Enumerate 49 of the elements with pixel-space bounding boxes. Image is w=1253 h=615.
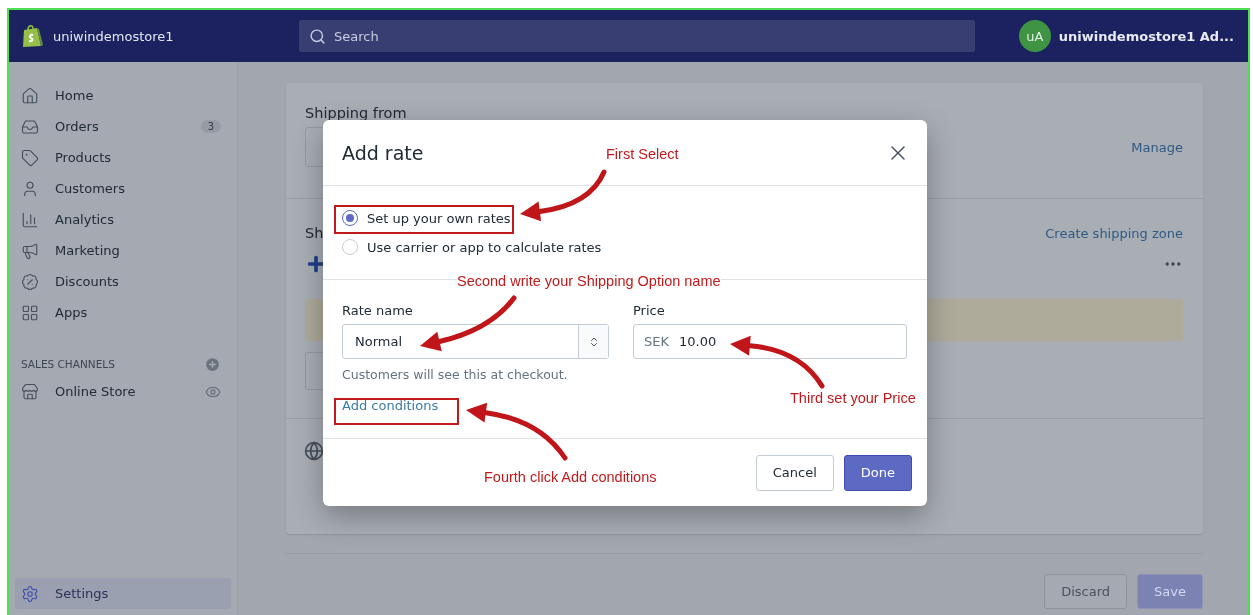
rate-name-field[interactable]: Normal — [342, 324, 609, 359]
add-conditions-link[interactable]: Add conditions — [342, 398, 439, 413]
annotation-label: Third set your Price — [790, 390, 916, 406]
annotation-label: Second write your Shipping Option name — [457, 273, 721, 289]
section-title: SALES CHANNELS — [21, 358, 116, 370]
home-icon — [21, 86, 39, 105]
store-icon — [21, 382, 39, 401]
manage-link[interactable]: Manage — [1131, 139, 1183, 155]
sidebar-item[interactable]: Marketing — [15, 235, 231, 266]
help-text: Customers will see this at checkout. — [342, 367, 569, 382]
sidebar-item[interactable]: Customers — [15, 173, 231, 204]
settings-icon — [21, 584, 39, 603]
grid-icon — [21, 303, 39, 322]
percent-badge-icon — [21, 272, 39, 291]
field-label: Price — [633, 303, 666, 318]
annotation-label: First Select — [606, 146, 679, 162]
radio-option[interactable]: Use carrier or app to calculate rates — [342, 236, 907, 258]
annotation-label: Fourth click Add conditions — [484, 469, 657, 485]
avatar[interactable]: uA — [1018, 20, 1051, 52]
search-field[interactable]: Search — [299, 20, 975, 52]
account-name[interactable]: uniwindemostore1 Ad... — [1058, 28, 1234, 44]
sidebar-item[interactable]: Analytics — [15, 204, 231, 235]
sidebar-item[interactable]: Home — [15, 80, 231, 111]
section-heading: Shipping from — [305, 105, 408, 121]
dialog-title: Add rate — [342, 141, 424, 164]
shopping-bag-logo[interactable] — [21, 24, 43, 48]
price-field[interactable]: SEK 10.00 — [633, 324, 907, 359]
person-icon — [21, 179, 39, 198]
count-badge: 3 — [200, 120, 221, 133]
globe-icon — [304, 441, 324, 461]
discard-button[interactable]: Discard — [1044, 574, 1128, 609]
section-heading: Sh — [305, 225, 324, 241]
cancel-button[interactable]: Cancel — [755, 454, 834, 491]
sidebar-item[interactable]: Orders 3 — [15, 111, 231, 142]
bar-chart-icon — [21, 210, 39, 229]
megaphone-icon — [21, 241, 39, 260]
sidebar-item[interactable]: Apps — [15, 297, 231, 328]
tag-icon — [21, 148, 39, 167]
inbox-icon — [21, 117, 39, 136]
field-label: Rate name — [342, 303, 414, 318]
radio-option[interactable]: Set up your own rates — [342, 207, 907, 229]
sidebar-item[interactable]: Online Store — [15, 376, 231, 407]
done-button[interactable]: Done — [843, 454, 912, 491]
store-name[interactable]: uniwindemostore1 — [53, 28, 299, 44]
sidebar-item[interactable]: Products — [15, 142, 231, 173]
sidebar-item[interactable]: Discounts — [15, 266, 231, 297]
search-icon — [309, 27, 326, 45]
sidebar-item[interactable]: Settings — [15, 578, 231, 609]
create-zone-link[interactable]: Create shipping zone — [1045, 225, 1183, 241]
